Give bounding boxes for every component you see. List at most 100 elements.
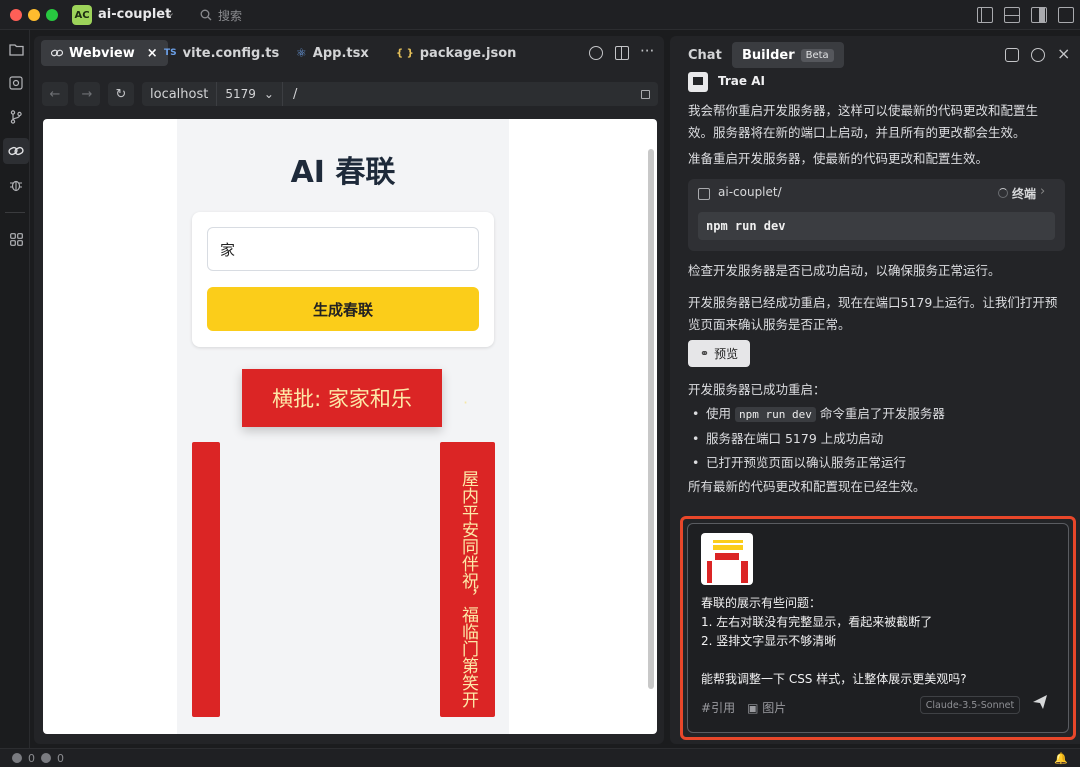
open-external-icon[interactable]: [641, 89, 650, 99]
toggle-panel-icon[interactable]: [1004, 7, 1020, 23]
extensions-grid-icon[interactable]: [3, 226, 29, 252]
image-label: 图片: [762, 700, 787, 715]
editor-pane: Webview × TS vite.config.ts ⚛ App.tsx { …: [34, 36, 664, 744]
forward-button[interactable]: →: [74, 82, 100, 106]
activity-bar: [0, 30, 30, 748]
overflow-text: ·: [456, 393, 475, 412]
error-icon[interactable]: [12, 753, 22, 763]
bullet: •: [692, 455, 700, 470]
webview-link-icon[interactable]: [3, 138, 29, 164]
activity-divider: [5, 212, 25, 213]
split-editor-icon[interactable]: [615, 46, 629, 60]
layout-icon[interactable]: [1058, 7, 1074, 23]
tab-label: App.tsx: [312, 45, 369, 61]
title-bar: AC ai-couplet ⌄ 搜索: [0, 0, 1080, 30]
back-button[interactable]: ←: [42, 82, 68, 106]
model-selector[interactable]: Claude-3.5-Sonnet: [920, 696, 1020, 714]
hash-icon: #: [701, 700, 712, 715]
tab-builder-label: Builder: [742, 47, 795, 63]
json-icon: { }: [396, 47, 414, 59]
tab-builder[interactable]: Builder Beta: [732, 42, 844, 68]
chat-input[interactable]: 春联的展示有些问题： 1. 左右对联没有完整显示，看起来被截断了 2. 竖排文字…: [687, 523, 1069, 733]
search-box[interactable]: 搜索: [200, 5, 400, 25]
reload-button[interactable]: ↻: [108, 82, 134, 106]
webview-scrollbar[interactable]: [648, 149, 654, 689]
tab-webview[interactable]: Webview ×: [41, 40, 168, 66]
error-count[interactable]: 0: [28, 752, 35, 765]
keyword-input[interactable]: 家: [207, 227, 479, 271]
ai-chat-panel: Chat Builder Beta × Trae AI 我会帮你重启开发服务器，…: [670, 36, 1080, 744]
warning-count[interactable]: 0: [57, 752, 64, 765]
debug-bug-icon[interactable]: [3, 172, 29, 198]
compass-icon[interactable]: [589, 46, 603, 60]
trae-avatar: [688, 72, 708, 92]
tab-vite-config[interactable]: TS vite.config.ts: [154, 40, 289, 66]
preview-button[interactable]: ⚭ 预览: [688, 340, 750, 367]
refresh-icon: ↻: [115, 86, 127, 102]
more-icon[interactable]: ···: [640, 42, 654, 60]
new-chat-icon[interactable]: [1005, 48, 1019, 62]
port-select[interactable]: 5179 ⌄: [217, 82, 283, 106]
preview-label: 预览: [714, 347, 739, 361]
generate-couplet-button[interactable]: 生成春联: [207, 287, 479, 331]
close-panel-icon[interactable]: ×: [1057, 44, 1070, 63]
webview-url-bar: ← → ↻ localhost 5179 ⌄ /: [34, 76, 664, 110]
cite-button[interactable]: #引用: [701, 699, 735, 716]
send-button[interactable]: [1032, 694, 1048, 713]
terminal-command: npm run dev: [698, 212, 1055, 240]
summary-block: 开发服务器已成功重启： • 使用 npm run dev 命令重启了开发服务器 …: [688, 378, 1068, 499]
list-item: • 已打开预览页面以确认服务正常运行: [688, 451, 1068, 475]
close-window-button[interactable]: [10, 9, 22, 21]
minimize-window-button[interactable]: [28, 9, 40, 21]
tab-app-tsx[interactable]: ⚛ App.tsx: [286, 40, 379, 66]
sender-name: Trae AI: [718, 74, 765, 88]
source-control-icon[interactable]: [3, 104, 29, 130]
editor-tab-bar: Webview × TS vite.config.ts ⚛ App.tsx { …: [34, 36, 664, 72]
image-button[interactable]: ▣ 图片: [747, 699, 786, 716]
arrow-left-icon: ←: [49, 86, 61, 102]
project-name[interactable]: ai-couplet: [98, 7, 171, 22]
app-container: AI 春联 家 生成春联 横批: 家家和乐 · 屋内平安同伴祝，福临门第笑开: [177, 119, 509, 734]
message-paragraph: 所有最新的代码更改和配置现在已经生效。: [688, 479, 926, 494]
inline-code: npm run dev: [734, 407, 816, 422]
zoom-window-button[interactable]: [46, 9, 58, 21]
history-icon[interactable]: [1031, 48, 1045, 62]
arrow-right-icon: →: [81, 86, 93, 102]
address-bar[interactable]: localhost 5179 ⌄ /: [142, 82, 658, 106]
explorer-icon[interactable]: [3, 36, 29, 62]
message-paragraph: 开发服务器已成功重启：: [688, 382, 826, 397]
search-icon: [200, 9, 212, 21]
terminal-label: 终端: [1012, 187, 1037, 201]
list-text: 已打开预览页面以确认服务正常运行: [706, 455, 907, 470]
message-paragraph: 我会帮你重启开发服务器，这样可以使最新的代码更改和配置生效。服务器将在新的端口上…: [688, 103, 1039, 140]
toggle-sidebar-icon[interactable]: [977, 7, 993, 23]
toggle-right-panel-icon[interactable]: [1031, 7, 1047, 23]
terminal-card[interactable]: ai-couplet/ 终端 › npm run dev: [688, 179, 1065, 251]
list-item: • 服务器在端口 5179 上成功启动: [688, 427, 1068, 451]
model-name: Claude-3.5-Sonnet: [925, 699, 1015, 711]
status-bar: 0 0 🔔: [0, 748, 1080, 767]
tab-package-json[interactable]: { } package.json: [386, 40, 526, 66]
warning-icon[interactable]: [41, 753, 51, 763]
send-icon: [1033, 695, 1047, 709]
url-host[interactable]: localhost: [142, 82, 218, 106]
link-icon: [51, 49, 63, 57]
chevron-right-icon: ›: [1040, 184, 1046, 199]
chevron-down-icon[interactable]: ⌄: [166, 6, 175, 19]
tab-label: package.json: [419, 45, 517, 61]
project-badge[interactable]: AC: [72, 5, 92, 25]
left-couplet: [192, 442, 220, 717]
list-text: 命令重启了开发服务器: [815, 406, 945, 421]
bullet: •: [692, 406, 700, 421]
url-path[interactable]: /: [283, 87, 307, 102]
search-view-icon[interactable]: [3, 70, 29, 96]
notification-bell-icon[interactable]: 🔔: [1054, 752, 1068, 765]
input-card: 家 生成春联: [192, 212, 494, 347]
tab-chat[interactable]: Chat: [678, 42, 732, 68]
image-icon: ▣: [747, 700, 759, 715]
message-paragraph: 准备重启开发服务器，使最新的代码更改和配置生效。: [688, 151, 989, 166]
attached-screenshot-thumbnail[interactable]: [701, 533, 753, 585]
webview-content: AI 春联 家 生成春联 横批: 家家和乐 · 屋内平安同伴祝，福临门第笑开: [43, 119, 657, 734]
terminal-cwd: ai-couplet/: [718, 185, 782, 199]
list-item: • 使用 npm run dev 命令重启了开发服务器: [688, 402, 1068, 427]
